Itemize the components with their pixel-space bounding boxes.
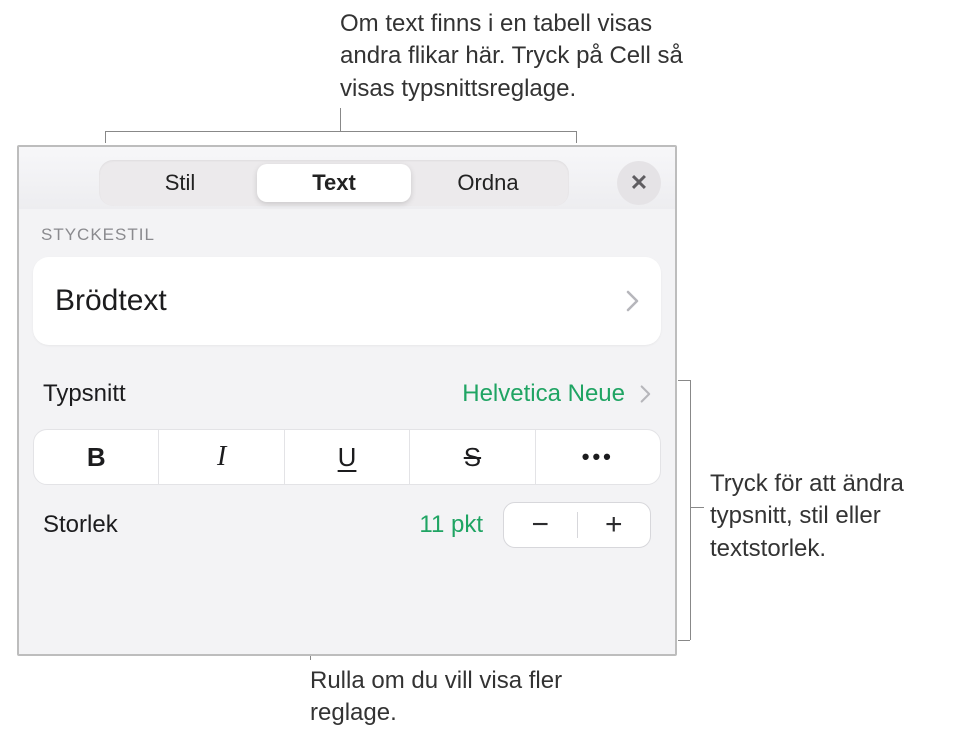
paragraph-style-value: Brödtext	[55, 284, 167, 318]
tab-stil[interactable]: Stil	[103, 164, 257, 202]
size-decrease-button[interactable]: −	[504, 503, 577, 547]
callout-font: Tryck för att ändra typsnitt, stil eller…	[710, 468, 950, 565]
panel-header: Stil Text Ordna ✕	[19, 147, 675, 209]
size-value: 11 pkt	[419, 511, 483, 539]
close-button[interactable]: ✕	[617, 161, 661, 205]
section-label-paragraph-style: STYCKESTIL	[19, 209, 675, 253]
tab-ordna[interactable]: Ordna	[411, 164, 565, 202]
leader-line	[690, 380, 691, 640]
leader-line	[678, 640, 690, 641]
bold-button[interactable]: B	[34, 430, 159, 484]
leader-line	[105, 131, 106, 143]
size-increase-button[interactable]: +	[578, 503, 651, 547]
close-icon: ✕	[630, 170, 648, 196]
underline-button[interactable]: U	[285, 430, 410, 484]
chevron-right-icon	[639, 384, 651, 404]
leader-line	[340, 108, 341, 131]
font-value: Helvetica Neue	[462, 380, 625, 408]
leader-line	[576, 131, 577, 143]
size-stepper: − +	[503, 502, 651, 548]
callout-tabs: Om text finns i en tabell visas andra fl…	[340, 8, 720, 105]
leader-line	[690, 507, 704, 508]
format-inspector-panel: Stil Text Ordna ✕ STYCKESTIL Brödtext Ty…	[17, 145, 677, 656]
tab-text[interactable]: Text	[257, 164, 411, 202]
more-options-button[interactable]: •••	[536, 430, 660, 484]
leader-line	[105, 131, 577, 132]
paragraph-style-row[interactable]: Brödtext	[33, 257, 661, 345]
strikethrough-button[interactable]: S	[410, 430, 535, 484]
size-label: Storlek	[43, 511, 118, 539]
leader-line	[678, 380, 690, 381]
chevron-right-icon	[625, 289, 639, 313]
tab-segmented-control: Stil Text Ordna	[99, 160, 569, 206]
size-row: Storlek 11 pkt − +	[33, 495, 661, 555]
font-row[interactable]: Typsnitt Helvetica Neue	[33, 365, 661, 423]
text-style-button-group: B I U S •••	[33, 429, 661, 485]
font-label: Typsnitt	[43, 380, 126, 408]
callout-scroll: Rulla om du vill visa fler reglage.	[310, 665, 570, 730]
italic-button[interactable]: I	[159, 430, 284, 484]
